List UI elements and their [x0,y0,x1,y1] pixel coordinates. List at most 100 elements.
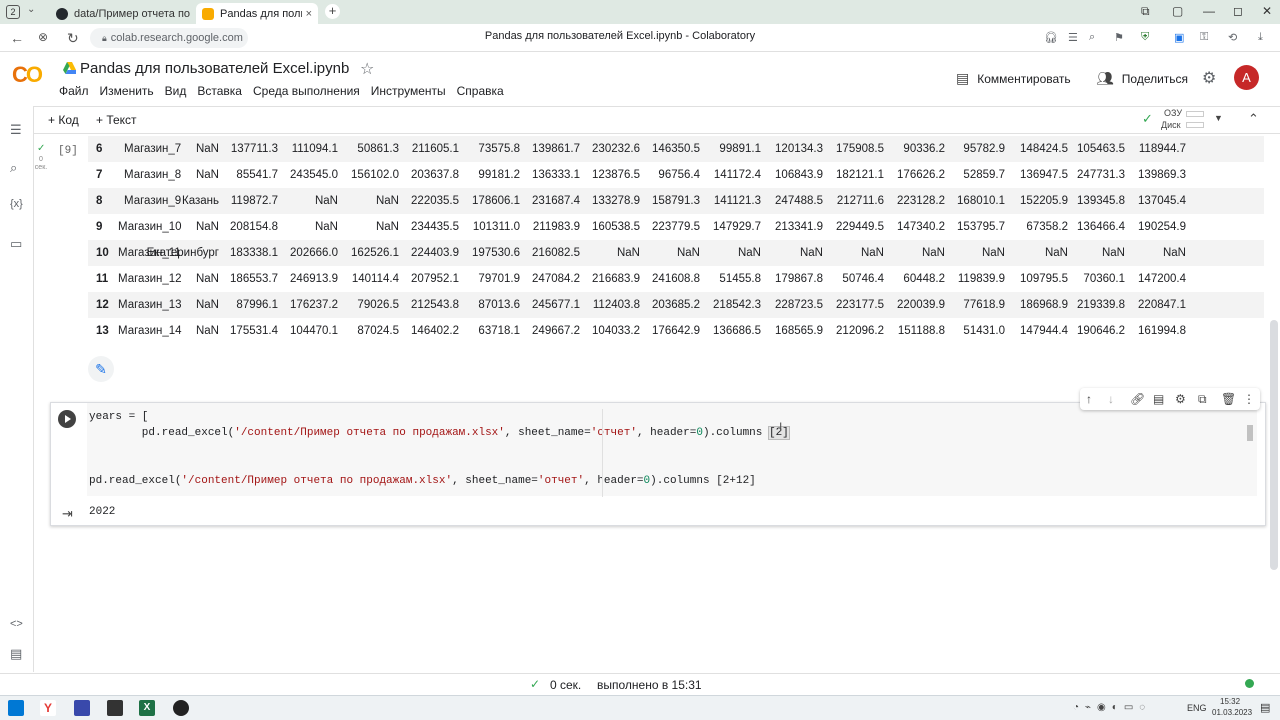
table-cell: 175531.4 [230,325,278,337]
back-arrow-icon[interactable]: ← [10,30,24,46]
collapse-header-icon[interactable]: ⌃ [1248,111,1259,127]
share-button[interactable]: 👥︎ Поделиться [1096,70,1188,87]
sync-icon[interactable]: ⟲ [1228,31,1237,44]
link-icon[interactable]: 🔗︎ [1130,392,1145,406]
colab-logo[interactable]: CO [12,62,43,88]
menu-insert[interactable]: Вставка [197,84,242,98]
more-vert-icon[interactable]: ⋮ [1243,392,1255,406]
yandex-browser-icon[interactable]: Y [40,700,56,716]
tab-list-chevron-icon[interactable]: ⌄ [27,4,35,15]
page-scrollbar[interactable] [1270,320,1278,570]
excel-icon[interactable]: X [139,700,155,716]
bookmark-icon[interactable]: ⚑ [1114,31,1124,44]
output-redirect-icon[interactable]: ⇥ [62,506,73,522]
extension-icon[interactable]: ▣ [1174,31,1184,44]
table-cell: NaN [314,221,338,233]
table-cell: 212711.6 [836,195,884,207]
comment-button[interactable]: ▤ Комментировать [956,70,1071,87]
close-tab-icon[interactable]: × [306,8,312,20]
avatar[interactable]: A [1234,65,1259,90]
table-cell: 77618.9 [963,299,1005,311]
table-cell: 153795.7 [957,221,1005,233]
maximize-icon[interactable]: ◻ [1233,4,1243,18]
generate-code-button[interactable]: ✎ [88,356,114,382]
run-cell-button[interactable] [58,410,76,428]
search-icon[interactable]: ⌕ [10,160,17,176]
terminal-icon[interactable]: ▤ [10,646,22,662]
mirror-cell-icon[interactable]: ⧉ [1198,392,1207,407]
resources-dropdown-icon[interactable]: ▼ [1214,113,1223,123]
move-down-icon[interactable]: ↓ [1108,392,1114,406]
language-indicator[interactable]: ENG [1187,703,1207,713]
minimize-icon[interactable]: — [1203,4,1215,18]
row-index: 8 [96,195,103,207]
table-cell: 151188.8 [897,325,945,337]
cell-settings-icon[interactable]: ⚙ [1175,392,1186,406]
menu-help[interactable]: Справка [457,84,504,98]
code-snippets-icon[interactable]: <> [10,618,23,630]
add-code-button[interactable]: + Код [48,113,79,127]
notifications-icon[interactable]: ▤ [1260,701,1270,714]
variables-icon[interactable]: {x} [10,198,23,210]
ram-bar [1186,111,1204,117]
move-up-icon[interactable]: ↑ [1086,392,1092,406]
tray-icons[interactable]: ◔⌁◉◐▭◌ [1073,702,1151,713]
table-cell: 118944.7 [1138,143,1186,155]
windows-start-icon[interactable] [8,700,24,716]
code-editor[interactable]: years = [ pd.read_excel('/content/Пример… [87,403,1257,497]
comment-cell-icon[interactable]: ▤ [1153,392,1164,406]
table-cell: NaN [195,143,219,155]
menu-runtime[interactable]: Среда выполнения [253,84,360,98]
delete-icon[interactable]: 🗑︎ [1221,392,1236,406]
tab-count-badge[interactable]: 2 [6,5,20,19]
url-field[interactable]: 🔒︎ colab.research.google.com [90,28,248,48]
yandex-protect-icon[interactable]: ⊗ [38,30,48,44]
clock-time[interactable]: 15:32 [1220,697,1240,706]
reader-icon[interactable]: ☰ [1068,31,1078,44]
browser-tab-colab[interactable]: Pandas для пользовател × [196,3,318,24]
editor-scrollbar[interactable] [1247,425,1253,441]
save-app-icon[interactable] [74,700,90,716]
menu-edit[interactable]: Изменить [100,84,154,98]
connection-status-dot [1245,679,1254,688]
table-row: 7 Магазин_8 NaN 85541.7 243545.0 156102.0 2036… [88,162,1264,188]
table-cell: Екатеринбург [146,247,219,259]
downloads-icon[interactable]: ⤓ [1258,31,1263,44]
table-cell: 183338.1 [230,247,278,259]
close-window-icon[interactable]: ✕ [1262,4,1272,18]
table-of-contents-icon[interactable]: ☰ [10,122,22,138]
obs-icon[interactable] [173,700,189,716]
tab-actions-icon[interactable]: ▢ [1172,4,1183,18]
browser-tab-github[interactable]: data/Пример отчета по пр [50,3,190,24]
notebook-title[interactable]: Pandas для пользователей Excel.ipynb [80,60,349,77]
search-icon[interactable]: ⌕ [1089,31,1095,44]
table-cell: 147200.4 [1138,273,1186,285]
star-icon[interactable]: ☆ [360,59,374,79]
reload-icon[interactable]: ↻ [67,30,79,47]
menu-view[interactable]: Вид [165,84,187,98]
table-cell: 211983.9 [532,221,580,233]
browser-tab-strip: 2 ⌄ data/Пример отчета по пр Pandas для … [0,0,1280,24]
headphones-icon[interactable]: 🎧︎ [1044,31,1058,44]
menu-tools[interactable]: Инструменты [371,84,446,98]
table-cell: 136947.5 [1020,169,1068,181]
passwords-icon[interactable]: ⚿ [1200,31,1208,44]
menu-file[interactable]: Файл [59,84,89,98]
code-cell[interactable]: years = [ pd.read_excel('/content/Пример… [50,402,1266,526]
new-tab-button[interactable]: + [325,4,340,19]
table-cell: 178606.1 [472,195,520,207]
table-cell: NaN [737,247,761,259]
add-text-button[interactable]: + Текст [96,113,137,127]
files-folder-icon[interactable]: ▭ [10,236,22,252]
table-cell: 243545.0 [290,169,338,181]
table-cell: 162526.1 [351,247,399,259]
clock-date[interactable]: 01.03.2023 [1212,708,1252,717]
shield-icon[interactable]: ⛨ [1141,31,1149,44]
store-name-cell: Магазин_13 [118,299,182,311]
settings-gear-icon[interactable]: ⚙ [1202,68,1216,88]
table-cell: 241608.8 [652,273,700,285]
terminal-app-icon[interactable] [107,700,123,716]
collections-icon[interactable]: ⧉ [1141,4,1150,19]
table-cell: NaN [195,299,219,311]
table-cell: Казань [182,195,219,207]
